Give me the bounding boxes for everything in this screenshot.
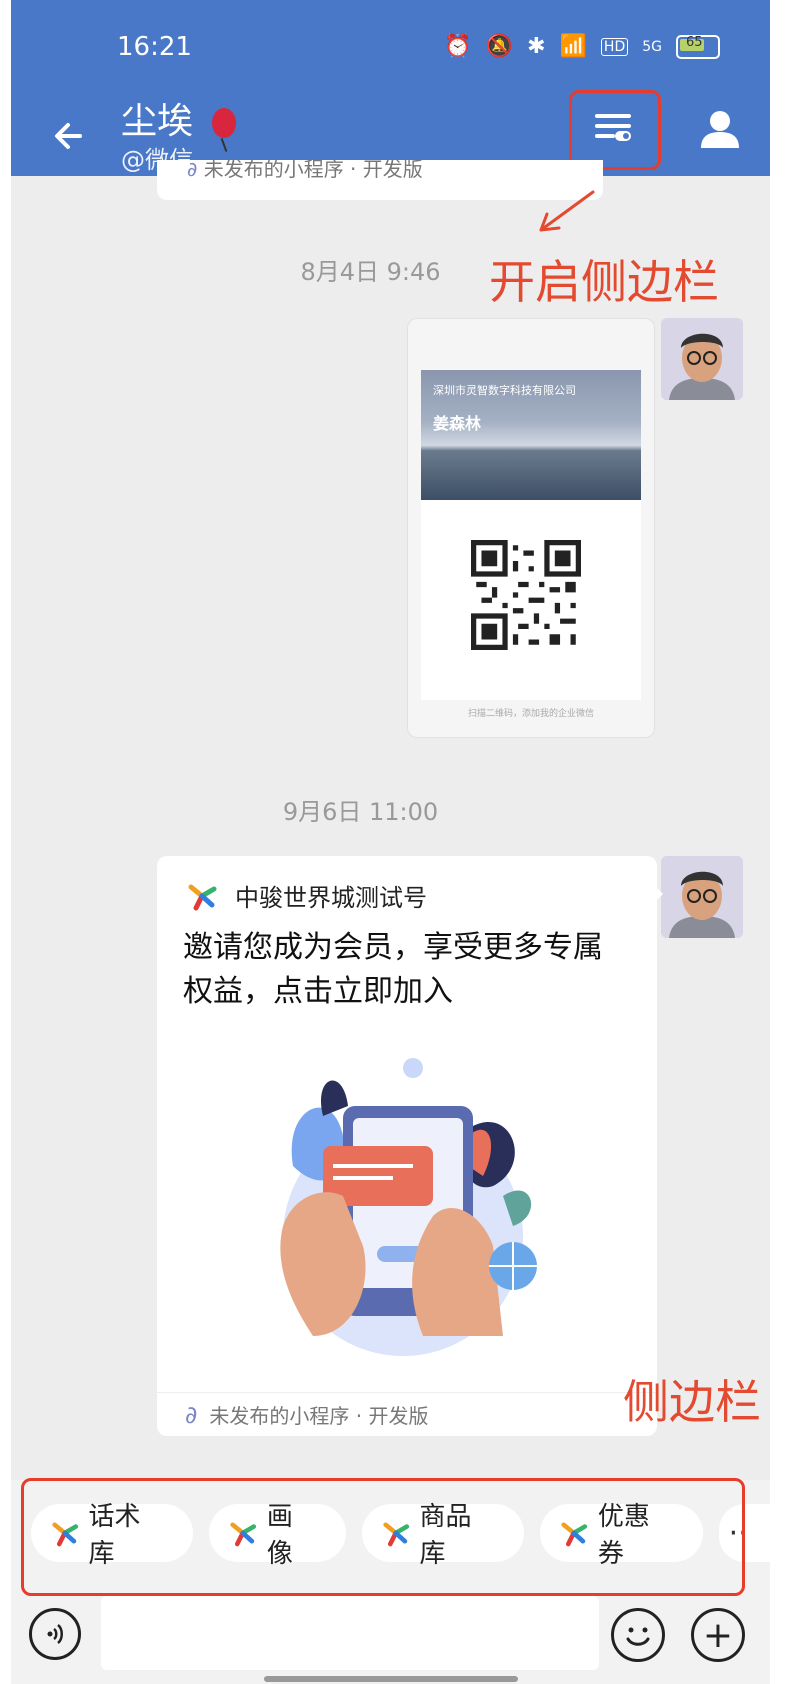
membership-illustration <box>280 1058 537 1356</box>
phone-screen: 16:21 ⏰ 🔕 ✱ 📶 HD 5G 65 尘埃 @微信 <box>11 0 770 1684</box>
mini-program-icon: ∂ <box>187 157 198 181</box>
battery-icon: 65 <box>676 34 720 59</box>
smiley-icon <box>626 1627 650 1646</box>
status-time: 16:21 <box>117 32 192 62</box>
message-input[interactable] <box>101 1596 599 1670</box>
back-button[interactable] <box>36 104 100 168</box>
sidebar-toggle-highlight <box>569 90 661 170</box>
card-company: 深圳市灵智数字科技有限公司 <box>433 384 576 397</box>
card-landscape-image: 深圳市灵智数字科技有限公司 姜森林 <box>421 370 641 500</box>
home-indicator[interactable] <box>264 1676 518 1682</box>
card-hint: 扫描二维码，添加我的企业微信 <box>467 709 594 719</box>
arrow-left-icon <box>55 123 82 149</box>
sidebar-highlight <box>21 1478 745 1596</box>
annotation-arrow <box>539 190 595 232</box>
battery-level: 65 <box>686 34 703 50</box>
chat-title: 尘埃 <box>121 92 237 144</box>
app-logo-icon <box>188 884 217 910</box>
timestamp-2: 9月6日 11:00 <box>282 798 439 826</box>
mini-program-card[interactable]: 中骏世界城测试号 邀请您成为会员，享受更多专属权益，点击立即加入 ∂ 未发布的小… <box>157 856 663 1436</box>
profile-button[interactable] <box>691 100 749 158</box>
mute-icon: 🔕 <box>485 34 514 59</box>
mini-program-footer-label: 未发布的小程序 · 开发版 <box>209 1404 429 1428</box>
emoji-button[interactable] <box>611 1608 665 1662</box>
more-actions-button[interactable]: + <box>691 1608 745 1662</box>
status-icons: ⏰ 🔕 ✱ 📶 HD 5G 65 <box>444 34 720 59</box>
plus-icon: + <box>702 1614 734 1656</box>
network-label: 5G <box>642 38 662 55</box>
previous-card-footer-label: 未发布的小程序 · 开发版 <box>203 157 423 181</box>
bluetooth-icon: ✱ <box>527 34 546 59</box>
voice-button[interactable] <box>29 1608 81 1660</box>
status-bar: 16:21 ⏰ 🔕 ✱ 📶 HD 5G 65 <box>11 0 770 92</box>
business-card-message[interactable]: 深圳市灵智数字科技有限公司 姜森林 扫描二维码，添加我的企业微信 <box>407 318 655 738</box>
timestamp-1: 8月4日 9:46 <box>300 258 441 286</box>
mini-program-message: 邀请您成为会员，享受更多专属权益，点击立即加入 <box>183 930 603 1009</box>
mini-program-source: 中骏世界城测试号 <box>235 884 427 912</box>
avatar-illustration <box>661 318 743 400</box>
mini-program-icon: ∂ <box>185 1400 198 1429</box>
person-icon <box>701 111 739 148</box>
input-bar: + <box>11 1596 770 1684</box>
wifi-icon: 📶 <box>559 34 587 59</box>
balloon-icon <box>212 108 237 138</box>
alarm-icon: ⏰ <box>444 34 472 59</box>
mini-program-footer: ∂ 未发布的小程序 · 开发版 <box>157 1392 657 1436</box>
avatar[interactable] <box>661 318 743 400</box>
voice-icon <box>47 1624 63 1644</box>
avatar[interactable] <box>661 856 743 938</box>
qr-code <box>471 540 581 650</box>
card-person-name: 姜森林 <box>433 414 482 433</box>
contact-name: 尘埃 <box>121 101 194 142</box>
sidebar-annotation: 侧边栏 <box>623 1375 761 1429</box>
avatar-illustration <box>661 856 743 938</box>
hd-badge: HD <box>600 37 629 56</box>
business-card: 深圳市灵智数字科技有限公司 姜森林 <box>421 370 641 700</box>
mini-program-header: 中骏世界城测试号 <box>187 878 427 913</box>
